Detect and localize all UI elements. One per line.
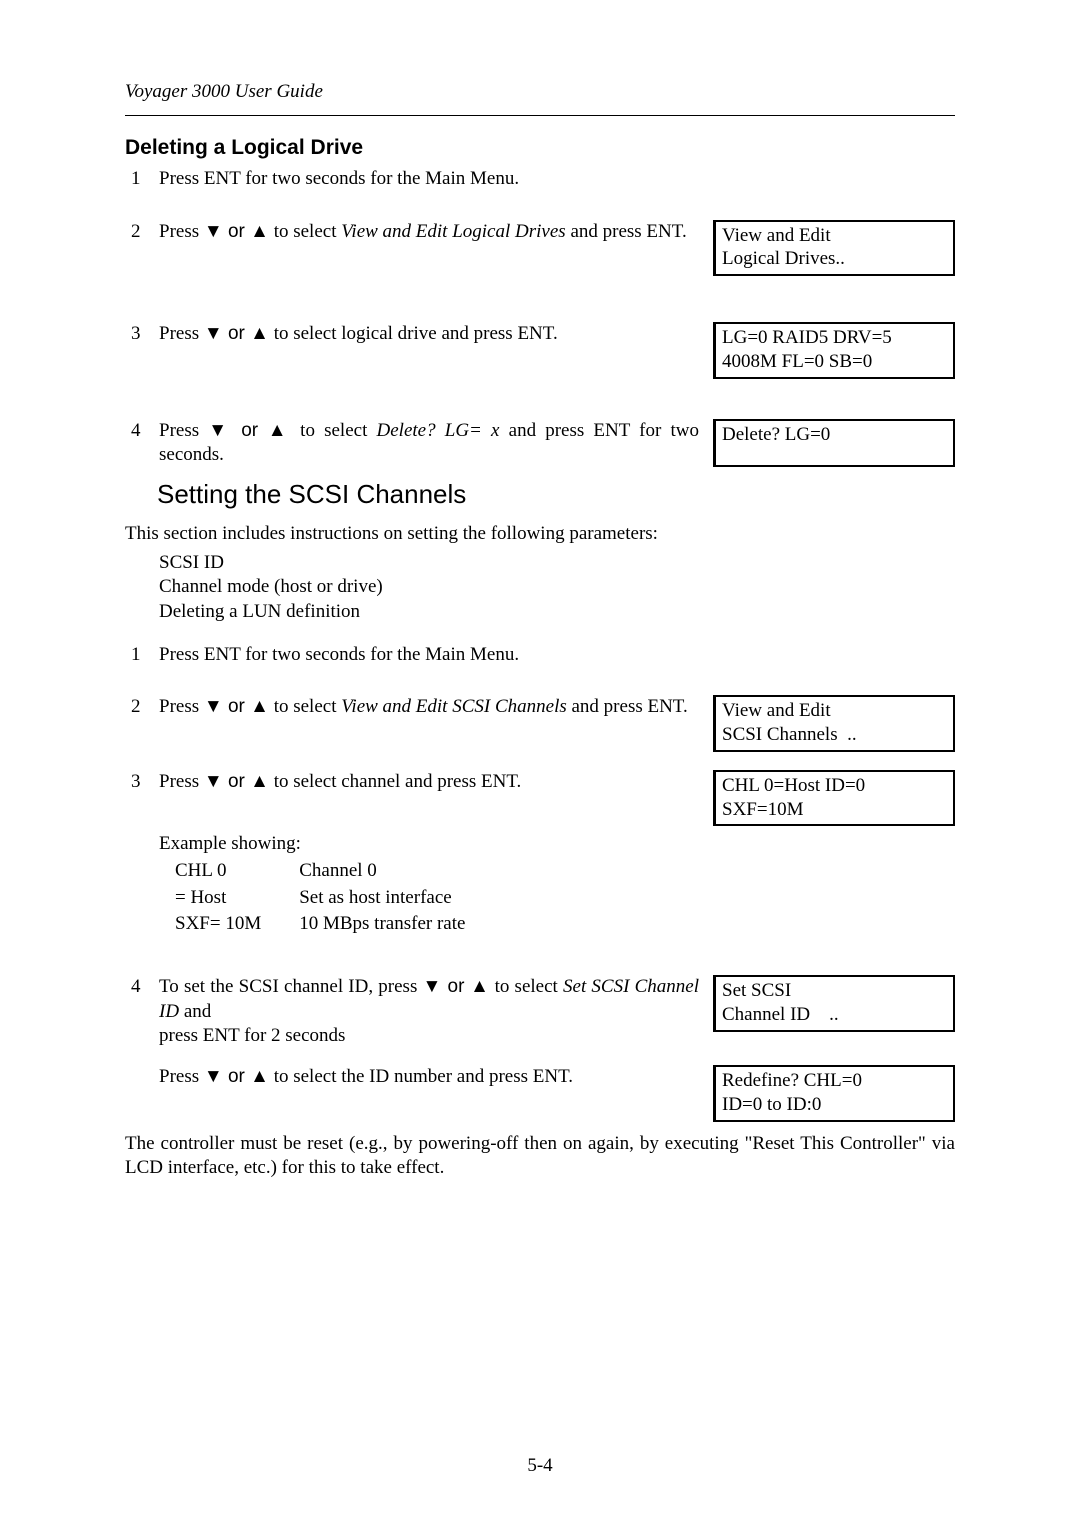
down-up-arrow-icon: ▼ or ▲ xyxy=(204,323,269,344)
step-text: Press ▼ or ▲ to select channel and press… xyxy=(159,770,713,795)
lcd-display: Redefine? CHL=0 ID=0 to ID:0 xyxy=(713,1065,955,1122)
step-number: 2 xyxy=(125,695,159,720)
section-title-deleting: Deleting a Logical Drive xyxy=(125,134,955,161)
table-row: CHL 0Channel 0 xyxy=(175,859,501,884)
step-number: 3 xyxy=(125,770,159,795)
example-table: CHL 0Channel 0 = HostSet as host interfa… xyxy=(173,857,503,939)
step-number: 1 xyxy=(125,643,159,668)
down-up-arrow-icon: ▼ or ▲ xyxy=(423,976,490,997)
controller-note: The controller must be reset (e.g., by p… xyxy=(125,1132,955,1181)
lcd-display: View and Edit Logical Drives.. xyxy=(713,220,955,277)
step-row: 3 Press ▼ or ▲ to select channel and pre… xyxy=(125,770,955,827)
step-text: Press ENT for two seconds for the Main M… xyxy=(159,167,713,192)
step-text: Press ENT for two seconds for the Main M… xyxy=(159,643,713,668)
step-text: To set the SCSI channel ID, press ▼ or ▲… xyxy=(159,975,713,1049)
param-item: Channel mode (host or drive) xyxy=(159,575,955,600)
table-row: SXF= 10M10 MBps transfer rate xyxy=(175,912,501,937)
lcd-display: CHL 0=Host ID=0 SXF=10M xyxy=(713,770,955,827)
param-item: Deleting a LUN definition xyxy=(159,600,955,625)
lcd-display: LG=0 RAID5 DRV=5 4008M FL=0 SB=0 xyxy=(713,322,955,379)
step-number: 3 xyxy=(125,322,159,347)
lcd-display: Delete? LG=0 xyxy=(713,419,955,467)
step-number: 2 xyxy=(125,220,159,245)
step-number: 4 xyxy=(125,975,159,1000)
lcd-display: Set SCSI Channel ID .. xyxy=(713,975,955,1032)
step-row: 2 Press ▼ or ▲ to select View and Edit L… xyxy=(125,220,955,277)
down-up-arrow-icon: ▼ or ▲ xyxy=(208,420,291,441)
down-up-arrow-icon: ▼ or ▲ xyxy=(204,771,269,792)
header-rule xyxy=(125,115,955,116)
step-text: Press ▼ or ▲ to select View and Edit Log… xyxy=(159,220,713,245)
step-text: Press ▼ or ▲ to select logical drive and… xyxy=(159,322,713,347)
page-number: 5-4 xyxy=(0,1454,1080,1479)
down-up-arrow-icon: ▼ or ▲ xyxy=(204,696,269,717)
param-list: SCSI ID Channel mode (host or drive) Del… xyxy=(159,551,955,625)
step-sub-row: Press ▼ or ▲ to select the ID number and… xyxy=(125,1065,955,1122)
step-row: 1 Press ENT for two seconds for the Main… xyxy=(125,167,955,192)
example-block: Example showing: CHL 0Channel 0 = HostSe… xyxy=(159,832,955,939)
intro-text: This section includes instructions on se… xyxy=(125,522,955,547)
section-title-scsi: Setting the SCSI Channels xyxy=(157,478,955,512)
step-number: 4 xyxy=(125,419,159,444)
down-up-arrow-icon: ▼ or ▲ xyxy=(204,1066,269,1087)
down-up-arrow-icon: ▼ or ▲ xyxy=(204,221,269,242)
step-text: Press ▼ or ▲ to select View and Edit SCS… xyxy=(159,695,713,720)
step-row: 4 Press ▼ or ▲ to select Delete? LG= x a… xyxy=(125,419,955,468)
step-row: 2 Press ▼ or ▲ to select View and Edit S… xyxy=(125,695,955,752)
running-header: Voyager 3000 User Guide xyxy=(125,80,955,105)
step-row: 4 To set the SCSI channel ID, press ▼ or… xyxy=(125,975,955,1049)
step-row: 3 Press ▼ or ▲ to select logical drive a… xyxy=(125,322,955,379)
lcd-display: View and Edit SCSI Channels .. xyxy=(713,695,955,752)
step-number: 1 xyxy=(125,167,159,192)
example-label: Example showing: xyxy=(159,832,955,857)
param-item: SCSI ID xyxy=(159,551,955,576)
step-text: Press ▼ or ▲ to select Delete? LG= x and… xyxy=(159,419,713,468)
table-row: = HostSet as host interface xyxy=(175,886,501,911)
step-text: Press ▼ or ▲ to select the ID number and… xyxy=(159,1065,713,1090)
step-row: 1 Press ENT for two seconds for the Main… xyxy=(125,643,955,668)
